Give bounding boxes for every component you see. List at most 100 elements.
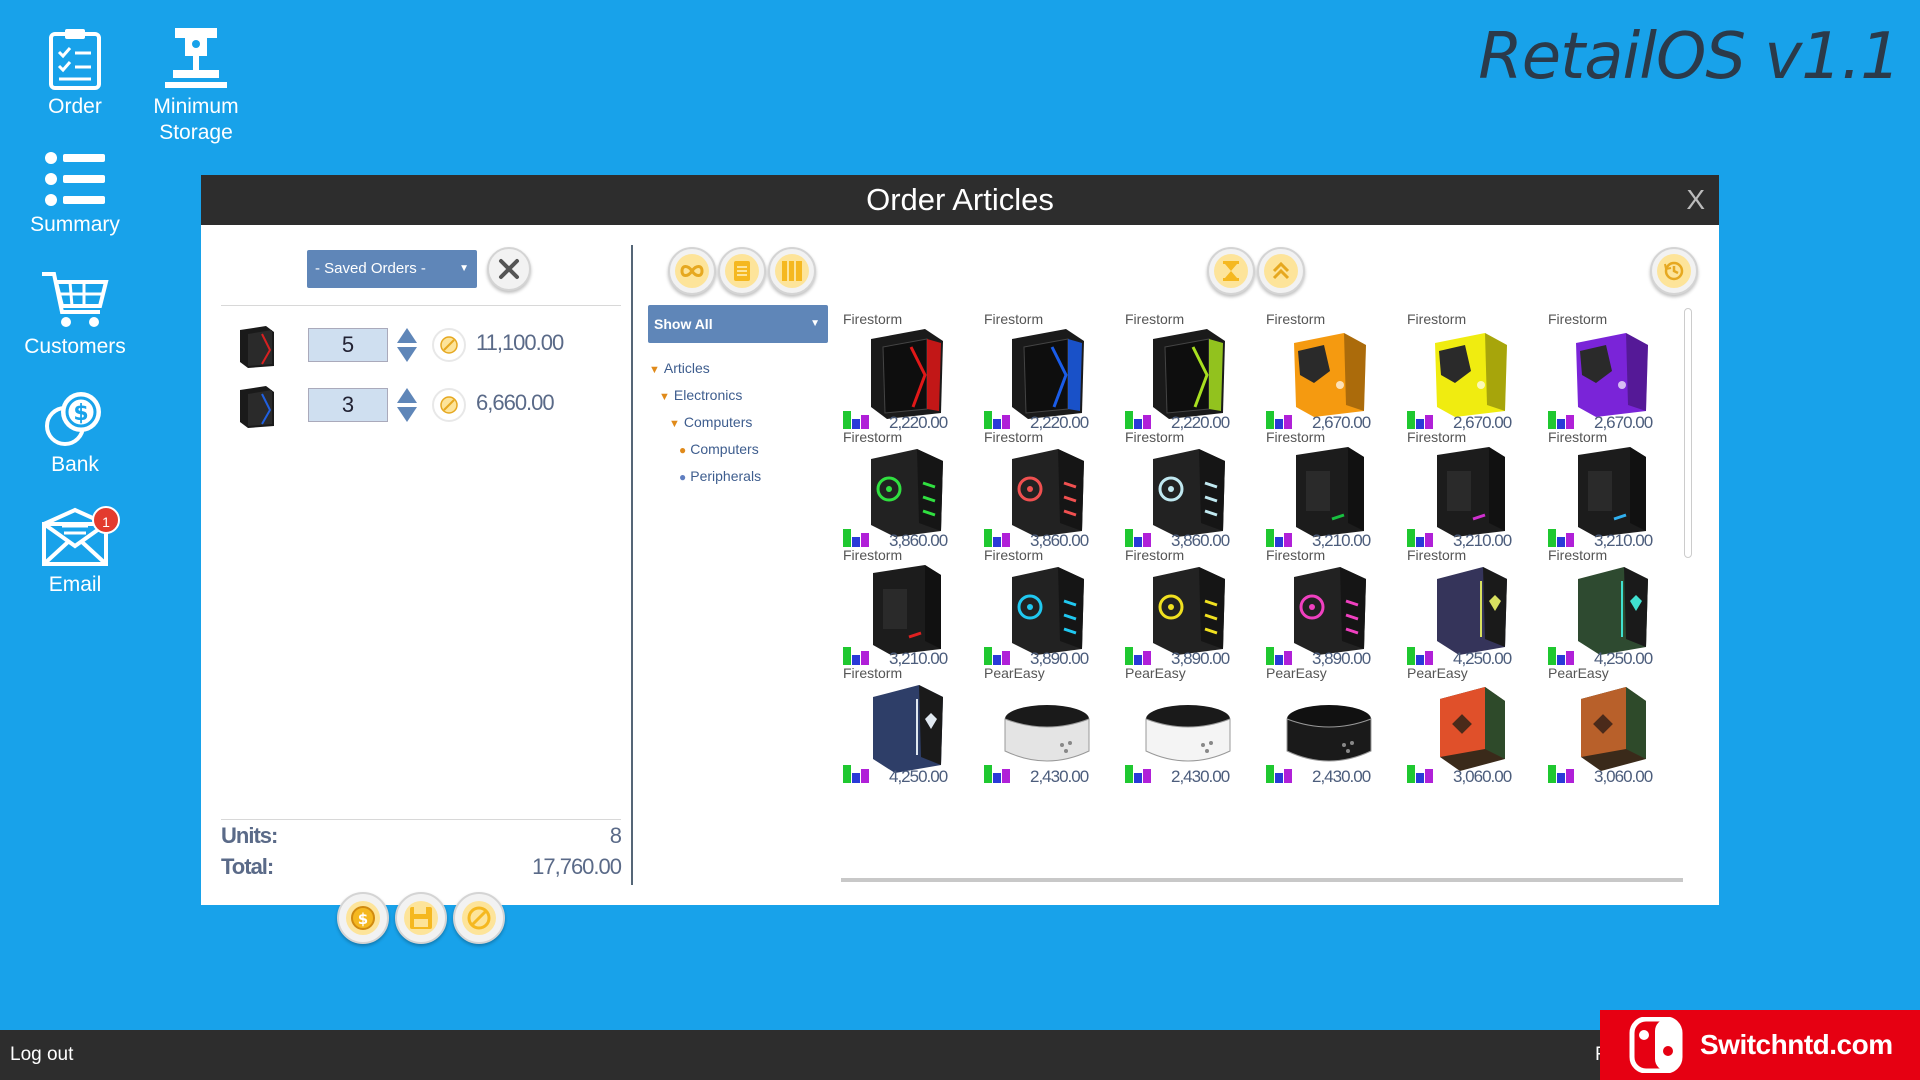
plain-pc-image (1437, 447, 1505, 537)
plain-pc-image (1578, 447, 1646, 537)
order-articles-window: Order Articles X - Saved Orders - ▼ 5 11… (201, 175, 1719, 944)
console-pc-image (1286, 705, 1372, 762)
desktop-icon-email[interactable]: 1 Email (10, 506, 140, 598)
console-pc-image (1145, 705, 1231, 762)
sort-priority-button[interactable] (1257, 247, 1305, 295)
remove-item-button[interactable] (432, 328, 466, 362)
expand-triangle-icon: ▼ (659, 391, 670, 403)
grid-scrollbar[interactable] (1684, 308, 1692, 558)
desktop-icon-label: Bank (51, 453, 99, 476)
total-value: 17,760.00 (532, 854, 622, 879)
save-order-button[interactable] (395, 892, 447, 944)
watermark: Switchntd.com (1600, 1010, 1920, 1080)
premium-pc-image (1437, 567, 1507, 655)
window-titlebar: Order Articles X (201, 175, 1719, 225)
grid-view-button[interactable] (768, 247, 816, 295)
stock-bars-icon (984, 411, 1010, 429)
desktop-icon-customers[interactable]: Customers (10, 268, 140, 360)
list-view-button[interactable] (718, 247, 766, 295)
angular-pc-image (1294, 333, 1366, 417)
stock-bars-icon (1125, 765, 1151, 783)
desktop-icon-bank[interactable]: $ Bank (10, 390, 140, 478)
tower-pc-image (1153, 329, 1225, 419)
category-filter-dropdown[interactable]: Show All ▼ (648, 305, 828, 343)
fan-pc-image (1153, 449, 1225, 537)
article-item[interactable]: PearEasy 2,430.00 (1123, 665, 1263, 809)
desktop-icon-minimum-storage[interactable]: Minimum Storage (131, 26, 261, 146)
tree-item-computers[interactable]: ● Computers (649, 436, 761, 463)
bullet-icon: ● (679, 470, 687, 484)
pc-thumbnail-icon (240, 326, 274, 368)
tree-label: Peripherals (690, 468, 762, 484)
cancel-icon (440, 336, 458, 354)
shopping-cart-icon (42, 272, 109, 327)
clipboard-icon (49, 29, 101, 90)
fan-pc-image (1153, 567, 1225, 655)
desktop-icon-label: Customers (24, 335, 126, 358)
quantity-stepper[interactable] (396, 386, 418, 424)
expand-triangle-icon: ▼ (649, 364, 660, 376)
saved-orders-dropdown[interactable]: - Saved Orders - ▼ (307, 250, 477, 288)
cancel-icon (467, 906, 491, 930)
stock-bars-icon (843, 411, 869, 429)
article-item[interactable]: PearEasy 3,060.00 (1405, 665, 1545, 809)
order-line-item: 5 11,100.00 (236, 320, 616, 368)
infinity-icon (680, 265, 704, 277)
stock-bars-icon (1266, 647, 1292, 665)
tree-label: Computers (683, 414, 753, 430)
list-icon (45, 152, 105, 206)
quantity-input[interactable]: 5 (308, 328, 388, 362)
pc-thumbnail-icon (240, 386, 274, 428)
book-grid-icon (782, 261, 802, 281)
stock-bars-icon (984, 765, 1010, 783)
stock-bars-icon (1407, 529, 1433, 547)
tree-label: Computers (690, 441, 759, 457)
tree-item-electronics[interactable]: ▼ Electronics (649, 382, 761, 409)
watermark-text: Switchntd.com (1700, 1029, 1893, 1060)
stock-bars-icon (1266, 529, 1292, 547)
article-item[interactable]: Firestorm 4,250.00 (841, 665, 981, 809)
remove-item-button[interactable] (432, 388, 466, 422)
window-close-button[interactable]: X (1686, 175, 1705, 225)
stock-bars-icon (1407, 647, 1433, 665)
stock-bars-icon (843, 647, 869, 665)
stock-bars-icon (1125, 647, 1151, 665)
total-label: Total: (221, 854, 274, 879)
article-item[interactable]: PearEasy 2,430.00 (1264, 665, 1404, 809)
plain-pc-image (1296, 447, 1364, 537)
divider (221, 819, 621, 820)
delete-saved-order-button[interactable] (487, 247, 531, 291)
stock-bars-icon (984, 529, 1010, 547)
premium-pc-image (873, 685, 943, 773)
desktop-icon-label: Order (48, 95, 102, 118)
desktop-icon-label: Minimum Storage (153, 95, 239, 144)
pay-order-button[interactable]: $ (337, 892, 389, 944)
stock-bars-icon (1125, 529, 1151, 547)
desktop-icon-summary[interactable]: Summary (10, 150, 140, 238)
category-tree: ▼ Articles ▼ Electronics ▼ Computers ● Compu… (649, 355, 761, 490)
stock-bars-icon (1407, 411, 1433, 429)
console-pc-image (1004, 705, 1090, 762)
history-button[interactable] (1650, 247, 1698, 295)
boxy-pc-image (1581, 687, 1646, 771)
tree-item-articles[interactable]: ▼ Articles (649, 355, 761, 382)
sort-hourglass-button[interactable] (1207, 247, 1255, 295)
close-icon (499, 259, 519, 279)
quantity-stepper[interactable] (396, 326, 418, 364)
infinite-view-button[interactable] (668, 247, 716, 295)
unread-badge: 1 (92, 506, 120, 534)
article-item[interactable]: PearEasy 2,430.00 (982, 665, 1122, 809)
coin-icon: $ (351, 906, 375, 930)
desktop-icon-order[interactable]: Order (10, 28, 140, 120)
tower-pc-image (871, 329, 943, 419)
tree-item-peripherals[interactable]: ● Peripherals (649, 463, 761, 490)
quantity-input[interactable]: 3 (308, 388, 388, 422)
logout-button[interactable]: Log out (10, 1030, 73, 1080)
window-title: Order Articles (866, 182, 1054, 217)
cancel-order-button[interactable] (453, 892, 505, 944)
article-price: 3,060.00 (1594, 767, 1653, 786)
svg-text:$: $ (73, 401, 88, 426)
stock-bars-icon (843, 529, 869, 547)
tree-item-computers-group[interactable]: ▼ Computers (649, 409, 761, 436)
article-item[interactable]: PearEasy 3,060.00 (1546, 665, 1686, 809)
